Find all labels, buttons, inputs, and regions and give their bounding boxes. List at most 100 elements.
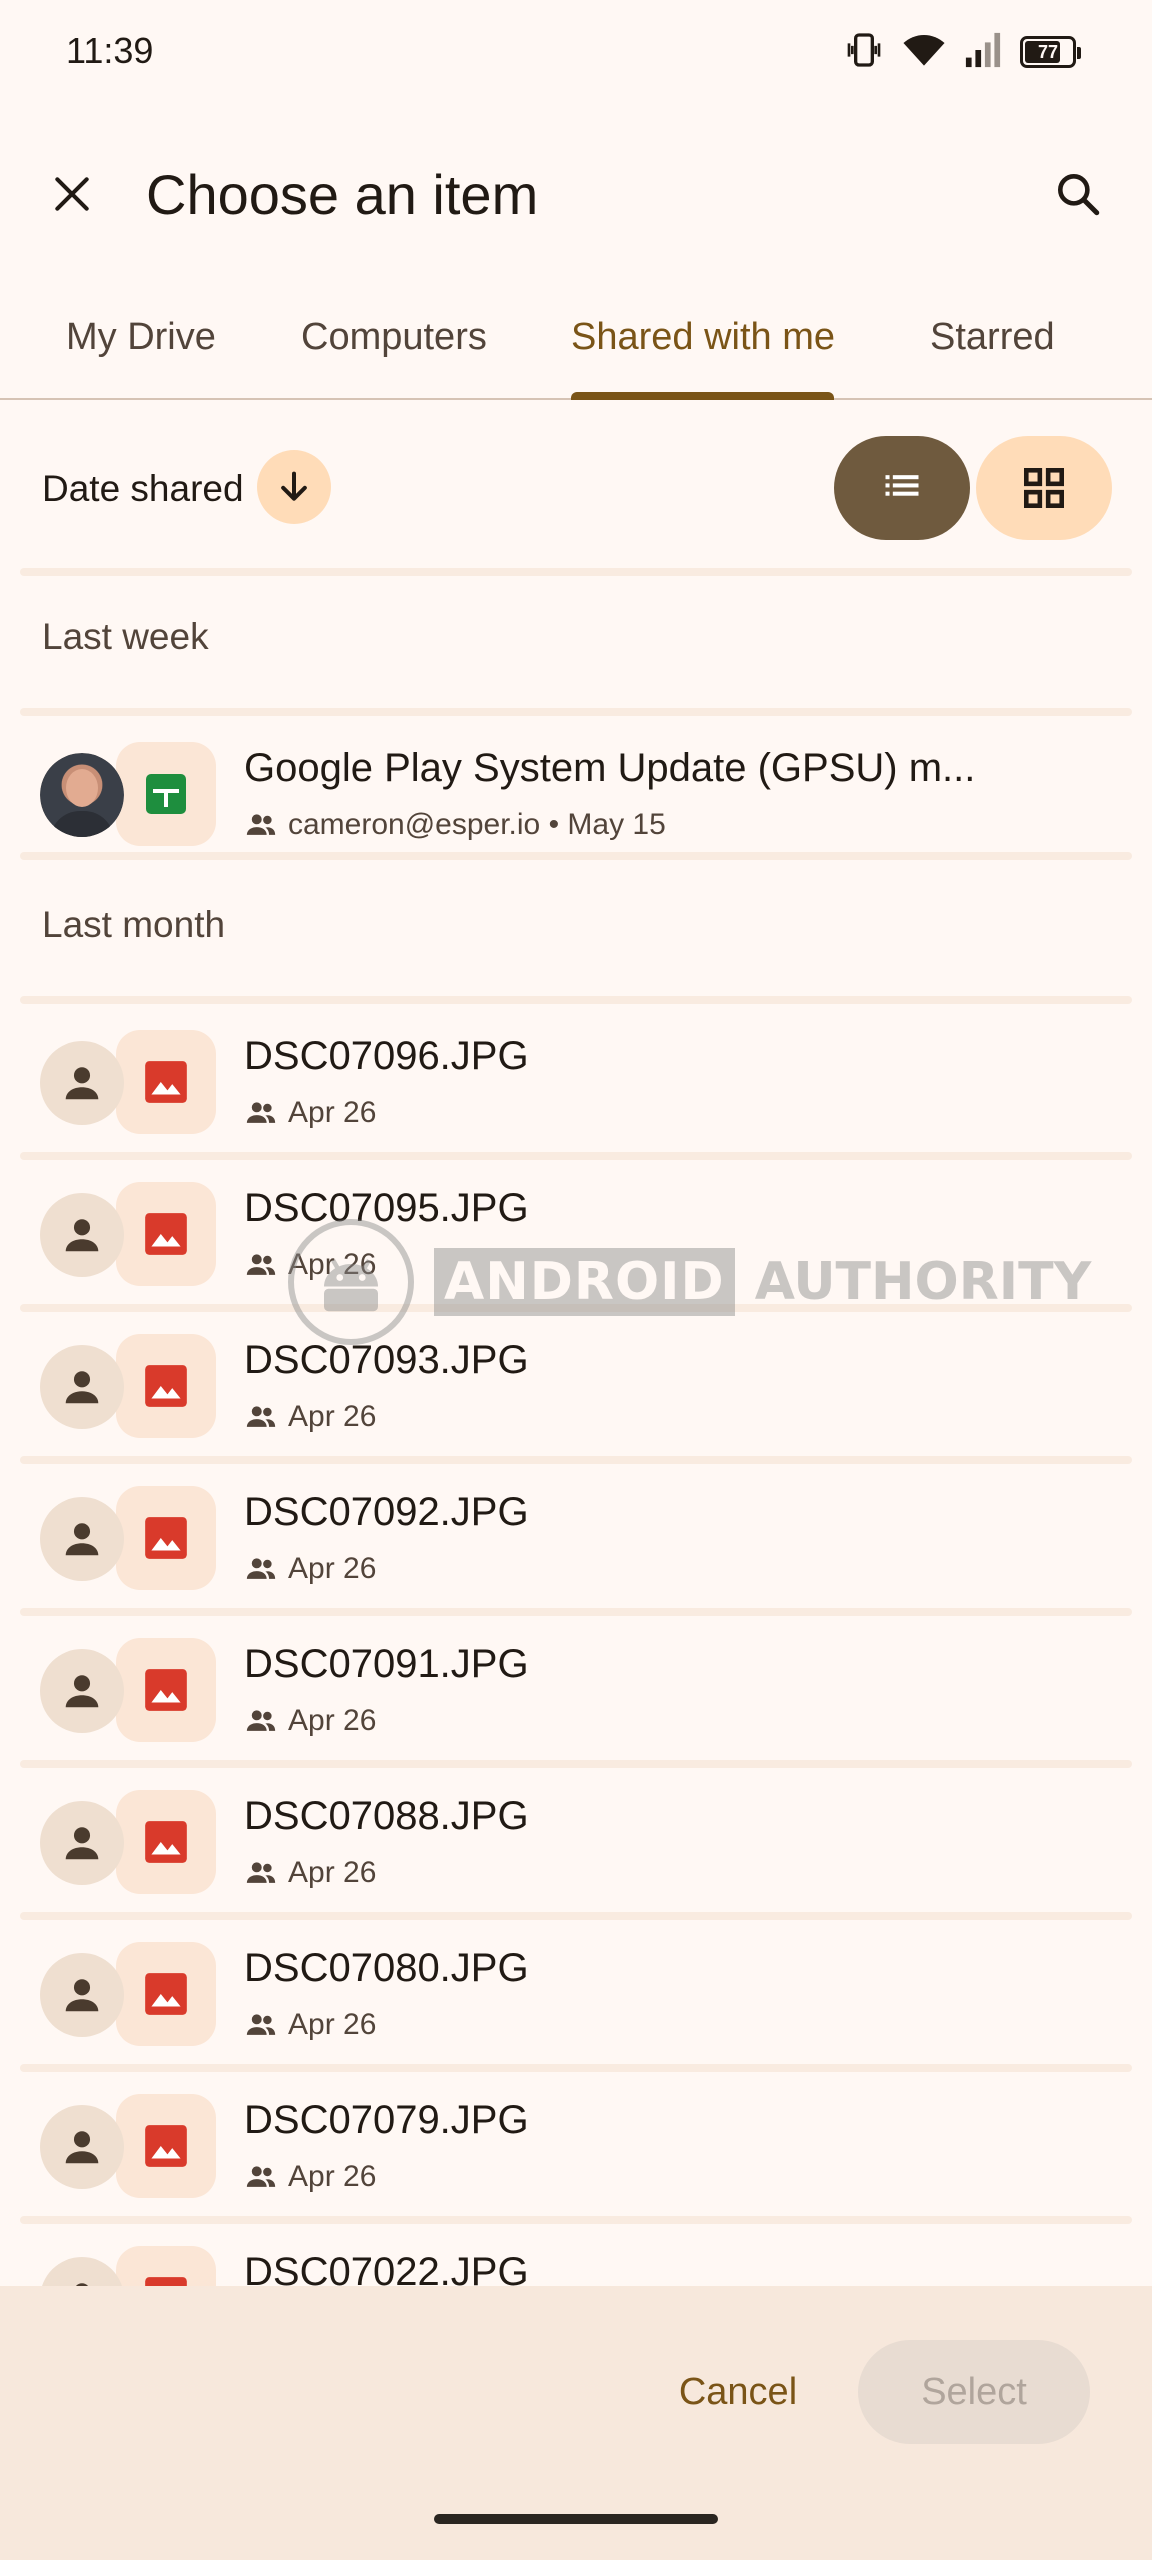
file-type-icon-container — [116, 1182, 216, 1286]
search-icon — [1058, 174, 1100, 216]
shared-people-icon — [246, 1558, 276, 1579]
list-view-button[interactable] — [834, 436, 970, 540]
tab-my-drive[interactable]: My Drive — [66, 316, 216, 359]
file-meta: Apr 26 — [244, 1856, 376, 1890]
list-item[interactable]: DSC07095.JPG Apr 26 — [20, 1158, 1132, 1304]
avatar — [40, 2105, 124, 2189]
shared-people-icon — [246, 2014, 276, 2035]
page-title: Choose an item — [146, 163, 539, 226]
tab-computers[interactable]: Computers — [301, 316, 487, 359]
file-type-icon-container — [116, 1790, 216, 1894]
file-meta-text: Apr 26 — [288, 2160, 377, 2193]
arrow-down-icon — [281, 471, 307, 501]
list-item[interactable]: DSC07022.JPGApr 26 — [20, 2222, 1132, 2286]
sort-row: Date shared — [0, 430, 1152, 546]
list-item[interactable]: DSC07080.JPG Apr 26 — [20, 1918, 1132, 2064]
file-meta: Apr 26 — [244, 1248, 376, 1282]
shared-people-icon — [246, 2166, 276, 2187]
list-item[interactable]: DSC07096.JPG Apr 26 — [20, 1006, 1132, 1152]
avatar-photo — [40, 753, 124, 837]
file-title: DSC07088.JPG — [244, 1794, 529, 1838]
select-button[interactable]: Select — [858, 2340, 1090, 2444]
file-meta-text: Apr 26 — [288, 1704, 377, 1737]
search-button[interactable] — [1042, 158, 1114, 230]
person-icon — [65, 1371, 99, 1404]
list-item[interactable]: Google Play System Update (GPSU) m... ca… — [20, 718, 1132, 864]
sheets-icon — [146, 774, 186, 814]
tab-starred[interactable]: Starred — [930, 316, 1055, 359]
file-list: Last week Google Play System Update (GPS… — [0, 556, 1152, 2286]
close-icon — [55, 177, 89, 211]
shared-people-icon — [246, 1710, 276, 1731]
file-title: DSC07093.JPG — [244, 1338, 529, 1382]
list-item[interactable]: DSC07088.JPG Apr 26 — [20, 1766, 1132, 1912]
shared-people-icon — [246, 1102, 276, 1123]
section-header-last-month: Last month — [42, 904, 226, 945]
list-item[interactable]: DSC07091.JPG Apr 26 — [20, 1614, 1132, 1760]
divider — [20, 996, 1132, 1004]
file-meta-text: Apr 26 — [288, 2008, 377, 2041]
file-title: DSC07022.JPG — [244, 2250, 529, 2286]
section-header-last-week: Last week — [42, 616, 209, 657]
divider — [20, 708, 1132, 716]
image-icon — [145, 2277, 187, 2286]
bottom-action-bar: Cancel Select — [0, 2286, 1152, 2560]
person-icon — [65, 1675, 99, 1708]
file-meta: Apr 26 — [244, 2008, 376, 2042]
file-title: Google Play System Update (GPSU) m... — [244, 746, 976, 790]
person-icon — [65, 1219, 99, 1252]
sort-label[interactable]: Date shared — [42, 468, 244, 510]
file-meta: Apr 26 — [244, 1096, 376, 1130]
shared-people-icon — [246, 1254, 276, 1275]
active-tab-indicator — [571, 392, 834, 400]
shared-people-icon — [246, 1406, 276, 1427]
avatar — [40, 2257, 124, 2286]
file-title: DSC07080.JPG — [244, 1946, 529, 1990]
avatar — [40, 1193, 124, 1277]
file-meta: Apr 26 — [244, 1552, 376, 1586]
image-icon — [145, 1821, 187, 1863]
file-meta-text: cameron@esper.io • May 15 — [288, 808, 666, 841]
image-icon — [145, 1213, 187, 1255]
cancel-button[interactable]: Cancel — [648, 2340, 828, 2444]
grid-view-button[interactable] — [976, 436, 1112, 540]
avatar — [40, 1801, 124, 1885]
person-icon — [65, 1827, 99, 1860]
image-icon — [145, 1061, 187, 1103]
close-button[interactable] — [36, 158, 108, 230]
file-meta: Apr 26 — [244, 1704, 376, 1738]
person-icon — [65, 2131, 99, 2164]
file-meta: Apr 26 — [244, 1400, 376, 1434]
grid-view-icon — [1024, 468, 1064, 508]
list-view-icon — [885, 475, 919, 496]
avatar — [40, 1953, 124, 2037]
avatar — [40, 1649, 124, 1733]
file-type-icon-container — [116, 1638, 216, 1742]
list-item[interactable]: DSC07093.JPG Apr 26 — [20, 1310, 1132, 1456]
avatar — [40, 753, 124, 837]
list-item[interactable]: DSC07079.JPG Apr 26 — [20, 2070, 1132, 2216]
tab-bar: My Drive Computers Shared with me Starre… — [0, 296, 1152, 400]
person-icon — [75, 2283, 89, 2286]
home-indicator[interactable] — [434, 2514, 718, 2524]
battery-level: 77 — [1037, 41, 1059, 62]
person-icon — [65, 1067, 99, 1100]
battery-icon: 77 — [1020, 36, 1081, 68]
status-time: 11:39 — [66, 30, 154, 71]
shared-people-icon — [246, 1862, 276, 1883]
tab-shared-with-me[interactable]: Shared with me — [571, 316, 835, 359]
status-icons: 77 — [844, 28, 1081, 76]
file-meta-text: Apr 26 — [288, 1400, 377, 1433]
list-item[interactable]: DSC07092.JPG Apr 26 — [20, 1462, 1132, 1608]
file-title: DSC07091.JPG — [244, 1642, 529, 1686]
file-meta: cameron@esper.io • May 15 — [244, 808, 666, 842]
sort-direction-button[interactable] — [257, 450, 331, 524]
person-icon — [65, 1979, 99, 2012]
image-icon — [145, 1365, 187, 1407]
file-title: DSC07092.JPG — [244, 1490, 529, 1534]
file-type-icon-container — [116, 1486, 216, 1590]
avatar — [40, 1345, 124, 1429]
file-type-icon-container — [116, 2246, 216, 2286]
wifi-icon — [902, 30, 946, 75]
image-icon — [145, 1517, 187, 1559]
